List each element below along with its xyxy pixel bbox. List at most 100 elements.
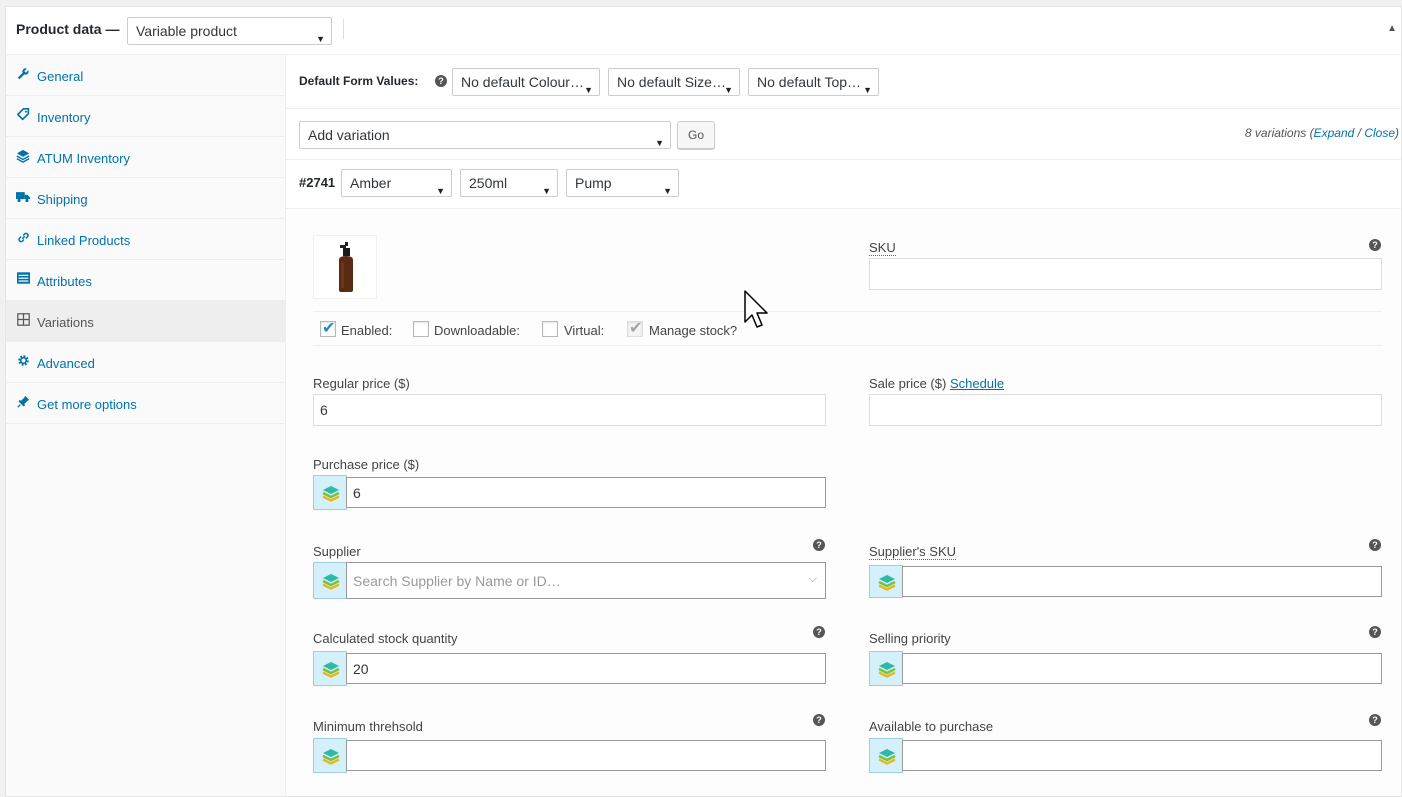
supplier-sku-input[interactable] xyxy=(902,566,1382,597)
go-button[interactable]: Go xyxy=(677,121,715,149)
product-data-header: Product data — Variable product ▼ ▲ xyxy=(6,7,1401,55)
virtual-label: Virtual: xyxy=(564,323,605,338)
tab-general[interactable]: General xyxy=(6,55,286,96)
checkmark-icon: ✔ xyxy=(629,320,643,337)
layers-icon xyxy=(322,573,340,590)
close-link[interactable]: Close xyxy=(1364,126,1395,140)
layers-icon xyxy=(322,748,340,765)
schedule-link[interactable]: Schedule xyxy=(950,376,1004,391)
chevron-down-icon: ▼ xyxy=(663,186,672,196)
enabled-checkbox[interactable]: ✔ xyxy=(320,320,336,337)
truck-icon xyxy=(16,190,30,204)
tab-variations-label: Variations xyxy=(37,315,94,330)
add-variation-select[interactable]: Add variation ▼ xyxy=(299,121,671,149)
layers-icon xyxy=(878,748,896,765)
expand-link[interactable]: Expand xyxy=(1314,126,1355,140)
chevron-down-icon: ▼ xyxy=(724,85,733,95)
chevron-down-icon: ▼ xyxy=(655,138,664,148)
header-divider xyxy=(343,19,344,39)
minimum-threshold-label: Minimum threhsold xyxy=(313,719,423,734)
plugin-icon xyxy=(16,395,30,409)
manage-stock-checkbox[interactable]: ✔ xyxy=(627,320,643,337)
chevron-down-icon: ▼ xyxy=(863,85,872,95)
regular-price-label: Regular price ($) xyxy=(313,376,410,391)
layers-icon xyxy=(878,661,896,678)
chevron-down-icon: ▼ xyxy=(436,186,445,196)
supplier-search-select[interactable]: Search Supplier by Name or ID… ⌵ xyxy=(346,562,826,599)
help-icon[interactable]: ? xyxy=(1369,539,1381,551)
tab-variations[interactable]: Variations xyxy=(6,301,286,342)
supplier-placeholder: Search Supplier by Name or ID… xyxy=(353,572,561,589)
link-icon xyxy=(16,231,30,245)
variation-colour-select[interactable]: Amber ▼ xyxy=(341,169,452,197)
sale-price-label: Sale price ($) Schedule xyxy=(869,376,1004,391)
purchase-price-input[interactable]: 6 xyxy=(346,477,826,508)
layers-icon xyxy=(322,485,340,502)
product-data-title: Product data — xyxy=(16,21,120,37)
product-data-tabs: General Inventory ATUM Inventory Shippin… xyxy=(6,55,286,796)
manage-stock-label: Manage stock? xyxy=(649,323,738,338)
add-variation-value: Add variation xyxy=(308,127,390,143)
product-data-panel: Product data — Variable product ▼ ▲ Gene… xyxy=(5,6,1402,797)
help-icon[interactable]: ? xyxy=(813,714,825,726)
tab-linked-products[interactable]: Linked Products xyxy=(6,219,286,260)
tab-advanced-label: Advanced xyxy=(37,356,95,371)
calculated-stock-input[interactable]: 20 xyxy=(346,653,826,684)
tab-linked-products-label: Linked Products xyxy=(37,233,131,248)
variation-image[interactable] xyxy=(313,235,377,299)
default-size-value: No default Size… xyxy=(617,74,726,90)
atum-field-icon xyxy=(313,738,347,773)
tab-inventory-label: Inventory xyxy=(37,110,91,125)
variation-size-select[interactable]: 250ml ▼ xyxy=(460,169,558,197)
variation-count: 8 variations (Expand / Close) xyxy=(1245,126,1399,140)
variation-size-value: 250ml xyxy=(469,175,508,191)
product-type-select[interactable]: Variable product ▼ xyxy=(127,17,332,45)
available-to-purchase-input[interactable] xyxy=(902,740,1382,771)
sku-input[interactable] xyxy=(869,258,1382,290)
gear-icon xyxy=(16,354,30,368)
variation-header[interactable]: #2741 Amber ▼ 250ml ▼ Pump ▼ xyxy=(286,161,1401,209)
tab-atum-inventory[interactable]: ATUM Inventory xyxy=(6,137,286,178)
help-icon[interactable]: ? xyxy=(435,75,447,87)
tab-attributes-label: Attributes xyxy=(37,274,92,289)
variation-top-value: Pump xyxy=(575,175,612,191)
help-icon[interactable]: ? xyxy=(1369,714,1381,726)
tab-advanced[interactable]: Advanced xyxy=(6,342,286,383)
help-icon[interactable]: ? xyxy=(813,539,825,551)
downloadable-checkbox[interactable] xyxy=(413,321,429,337)
supplier-label: Supplier xyxy=(313,544,361,559)
chevron-down-icon: ⌵ xyxy=(808,573,817,585)
tab-get-more-options[interactable]: Get more options xyxy=(6,383,286,424)
atum-field-icon xyxy=(313,562,347,599)
list-icon xyxy=(16,272,30,286)
help-icon[interactable]: ? xyxy=(1369,239,1381,251)
tab-attributes[interactable]: Attributes xyxy=(6,260,286,301)
atum-field-icon xyxy=(869,565,903,598)
options-divider-top xyxy=(313,311,1382,312)
default-colour-select[interactable]: No default Colour… ▼ xyxy=(452,68,600,96)
default-top-select[interactable]: No default Top… ▼ xyxy=(748,68,879,96)
tab-inventory[interactable]: Inventory xyxy=(6,96,286,137)
purchase-price-value: 6 xyxy=(353,484,361,501)
tab-shipping[interactable]: Shipping xyxy=(6,178,286,219)
virtual-checkbox[interactable] xyxy=(542,321,558,337)
help-icon[interactable]: ? xyxy=(813,626,825,638)
variation-id: #2741 xyxy=(299,175,336,190)
variation-top-select[interactable]: Pump ▼ xyxy=(566,169,679,197)
sku-label: SKU xyxy=(869,240,896,256)
regular-price-input[interactable]: 6 xyxy=(313,394,826,426)
layers-icon xyxy=(322,661,340,678)
selling-priority-input[interactable] xyxy=(902,653,1382,684)
help-icon[interactable]: ? xyxy=(1369,626,1381,638)
collapse-toggle-icon[interactable]: ▲ xyxy=(1387,23,1397,34)
minimum-threshold-input[interactable] xyxy=(346,740,826,771)
purchase-price-label: Purchase price ($) xyxy=(313,457,420,472)
default-form-values-label: Default Form Values: xyxy=(299,74,419,88)
default-size-select[interactable]: No default Size… ▼ xyxy=(608,68,740,96)
variation-body: SKU ? ✔ Enabled: Downloadable: Virtual: … xyxy=(286,210,1401,796)
atum-field-icon xyxy=(313,475,347,510)
atum-field-icon xyxy=(869,738,903,773)
sale-price-input[interactable] xyxy=(869,394,1382,426)
variations-panel: Default Form Values: ? No default Colour… xyxy=(286,55,1401,796)
mouse-cursor-icon xyxy=(744,290,770,333)
